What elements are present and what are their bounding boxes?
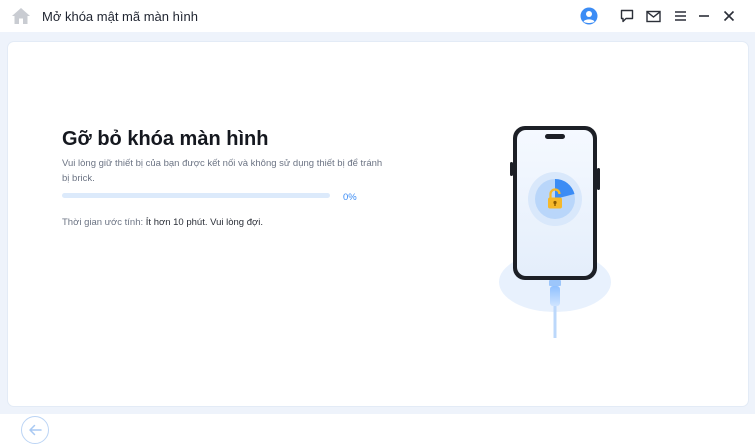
arrow-left-icon bbox=[29, 424, 42, 436]
mail-icon[interactable] bbox=[643, 6, 663, 26]
close-icon[interactable] bbox=[719, 6, 739, 26]
minimize-icon[interactable] bbox=[694, 6, 714, 26]
phone-illustration bbox=[498, 122, 618, 362]
home-icon[interactable] bbox=[11, 7, 31, 25]
app-title: Mở khóa mật mã màn hình bbox=[42, 9, 198, 24]
progress-bar bbox=[62, 193, 330, 198]
estimated-time-label: Thời gian ước tính: bbox=[62, 217, 144, 228]
back-button[interactable] bbox=[21, 416, 49, 444]
user-icon[interactable] bbox=[579, 6, 599, 26]
main-panel: Gỡ bỏ khóa màn hình Vui lòng giữ thiết b… bbox=[8, 42, 748, 406]
page-title: Gỡ bỏ khóa màn hình bbox=[62, 128, 269, 150]
estimated-time: Thời gian ước tính: Ít hơn 10 phút. Vui … bbox=[62, 217, 263, 228]
menu-icon[interactable] bbox=[670, 6, 690, 26]
progress-percentage: 0% bbox=[343, 192, 357, 203]
instruction-text: Vui lòng giữ thiết bị của bạn được kết n… bbox=[62, 158, 383, 184]
estimated-time-value: Ít hơn 10 phút. Vui lòng đợi. bbox=[145, 217, 263, 228]
feedback-icon[interactable] bbox=[617, 6, 637, 26]
title-bar: Mở khóa mật mã màn hình bbox=[0, 0, 755, 32]
bottom-bar bbox=[0, 414, 755, 447]
